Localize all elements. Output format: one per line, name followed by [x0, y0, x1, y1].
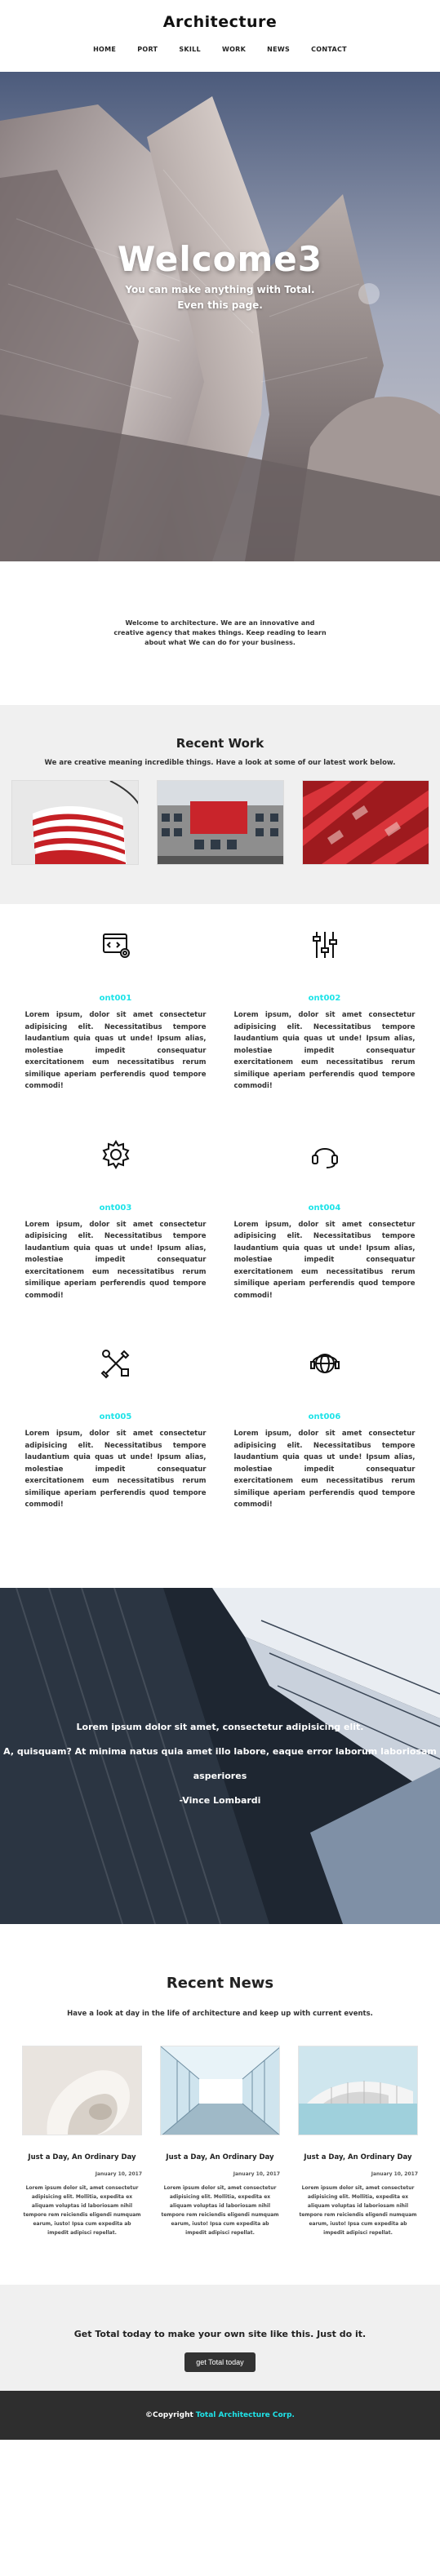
service-title: ont002: [308, 994, 341, 1003]
intro-text: Welcome to architecture. We are an innov…: [113, 619, 327, 646]
hero-title: Welcome3: [118, 239, 322, 279]
hero-subtitle-line2: Even this page.: [177, 299, 263, 311]
sliders-icon: [234, 927, 416, 963]
site-footer: ©Copyright Total Architecture Corp.: [0, 2390, 440, 2440]
quote-section: Lorem ipsum dolor sit amet, consectetur …: [0, 1587, 440, 1924]
nav-skill[interactable]: SKILL: [179, 46, 201, 53]
recent-work-subtitle: We are creative meaning incredible thing…: [44, 759, 396, 767]
recent-work-title: Recent Work: [176, 736, 264, 751]
service-card: ont003 Lorem ipsum, dolor sit amet conse…: [25, 1137, 207, 1302]
news-card-title[interactable]: Just a Day, An Ordinary Day: [160, 2153, 280, 2161]
site-header: Architecture HOME PORT SKILL WORK NEWS C…: [0, 0, 440, 72]
code-settings-icon: [25, 927, 207, 963]
service-text: Lorem ipsum, dolor sit amet consectetur …: [233, 1430, 416, 1509]
service-text: Lorem ipsum, dolor sit amet consectetur …: [233, 1011, 416, 1090]
news-subtitle: Have a look at day in the life of archit…: [67, 2009, 373, 2018]
nav-home[interactable]: HOME: [93, 46, 116, 53]
service-card: ont004 Lorem ipsum, dolor sit amet conse…: [234, 1137, 416, 1302]
intro-section: Welcome to architecture. We are an innov…: [0, 561, 440, 705]
news-title: Recent News: [166, 1974, 274, 1992]
news-image-white-museum: [298, 2045, 418, 2135]
services-row-2: ont003 Lorem ipsum, dolor sit amet conse…: [0, 1137, 440, 1302]
hero-banner: Welcome3 You can make anything with Tota…: [0, 72, 440, 561]
hero-text: Welcome3 You can make anything with Tota…: [0, 239, 440, 313]
service-title: ont003: [99, 1203, 132, 1213]
work-image-red-panels[interactable]: [301, 780, 429, 865]
nav-contact[interactable]: CONTACT: [311, 46, 347, 53]
get-total-button[interactable]: get Total today: [184, 2352, 256, 2372]
work-image-red-facade[interactable]: [156, 780, 284, 865]
recent-work-section: Recent Work We are creative meaning incr…: [0, 705, 440, 904]
news-list: Just a Day, An Ordinary Day January 10, …: [0, 2045, 440, 2237]
footer-copyright: ©Copyright: [145, 2410, 193, 2419]
news-text: Lorem ipsum dolor sit, amet consectetur …: [299, 2184, 417, 2236]
headset-icon: [234, 1137, 416, 1173]
service-text: Lorem ipsum, dolor sit amet consectetur …: [24, 1220, 207, 1300]
quote-line2: A, quisquam? At minima natus quia amet i…: [3, 1745, 437, 1757]
service-card: ont005 Lorem ipsum, dolor sit amet conse…: [25, 1346, 207, 1511]
service-title: ont005: [99, 1412, 132, 1421]
service-title: ont006: [308, 1412, 341, 1421]
nav-news[interactable]: NEWS: [267, 46, 290, 53]
footer-company[interactable]: Total Architecture Corp.: [196, 2411, 295, 2419]
quote-line1: Lorem ipsum dolor sit amet, consectetur …: [76, 1721, 364, 1732]
brand-logo[interactable]: Architecture: [0, 0, 440, 31]
news-text: Lorem ipsum dolor sit, amet consectetur …: [161, 2184, 279, 2236]
news-date: January 10, 2017: [233, 2170, 280, 2177]
news-card-title[interactable]: Just a Day, An Ordinary Day: [298, 2153, 418, 2161]
cta-text: Get Total today to make your own site li…: [73, 2328, 367, 2339]
service-card: ont002 Lorem ipsum, dolor sit amet conse…: [234, 927, 416, 1093]
cta-section: Get Total today to make your own site li…: [0, 2284, 440, 2391]
quote-line3: asperiores: [193, 1770, 247, 1781]
quote-text: Lorem ipsum dolor sit amet, consectetur …: [0, 1715, 440, 1813]
hero-subtitle-line1: You can make anything with Total.: [125, 284, 315, 295]
service-text: Lorem ipsum, dolor sit amet consectetur …: [24, 1011, 207, 1090]
services-row-3: ont005 Lorem ipsum, dolor sit amet conse…: [0, 1346, 440, 1511]
news-image-white-sculpture: [22, 2045, 142, 2135]
nav-port[interactable]: PORT: [137, 46, 158, 53]
service-card: ont001 Lorem ipsum, dolor sit amet conse…: [25, 927, 207, 1093]
news-card[interactable]: Just a Day, An Ordinary Day January 10, …: [160, 2045, 280, 2237]
service-card: ont006 Lorem ipsum, dolor sit amet conse…: [234, 1346, 416, 1511]
service-title: ont004: [308, 1203, 341, 1213]
service-text: Lorem ipsum, dolor sit amet consectetur …: [24, 1430, 207, 1509]
main-nav: HOME PORT SKILL WORK NEWS CONTACT: [0, 46, 440, 53]
service-text: Lorem ipsum, dolor sit amet consectetur …: [233, 1220, 416, 1300]
news-date: January 10, 2017: [371, 2170, 418, 2177]
work-image-red-stripe-building[interactable]: [11, 780, 139, 865]
news-card[interactable]: Just a Day, An Ordinary Day January 10, …: [298, 2045, 418, 2237]
hero-subtitle: You can make anything with Total. Even t…: [0, 282, 440, 313]
services-row-1: ont001 Lorem ipsum, dolor sit amet conse…: [0, 927, 440, 1093]
support-globe-icon: [234, 1346, 416, 1381]
gear-icon: [25, 1137, 207, 1173]
services-section: ont001 Lorem ipsum, dolor sit amet conse…: [0, 904, 440, 1588]
work-gallery: [0, 780, 440, 865]
news-image-glass-corridor: [160, 2045, 280, 2135]
news-card-title[interactable]: Just a Day, An Ordinary Day: [22, 2153, 142, 2161]
quote-author: -Vince Lombardi: [179, 1794, 261, 1806]
news-text: Lorem ipsum dolor sit, amet consectetur …: [23, 2184, 141, 2236]
news-date: January 10, 2017: [95, 2170, 142, 2177]
service-title: ont001: [99, 994, 132, 1003]
tools-icon: [25, 1346, 207, 1381]
hero-building-image: [0, 72, 440, 561]
news-section: Recent News Have a look at day in the li…: [0, 1924, 440, 2254]
nav-work[interactable]: WORK: [222, 46, 246, 53]
news-card[interactable]: Just a Day, An Ordinary Day January 10, …: [22, 2045, 142, 2237]
